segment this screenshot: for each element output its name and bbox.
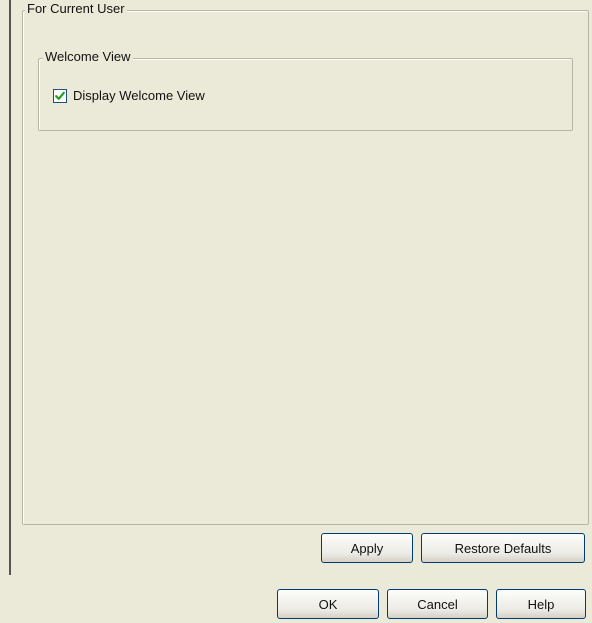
for-current-user-title: For Current User: [25, 1, 127, 17]
help-button[interactable]: Help: [496, 589, 586, 619]
preferences-panel: For Current User Welcome View Display We…: [0, 0, 592, 575]
welcome-view-title: Welcome View: [43, 49, 133, 65]
display-welcome-view-checkbox[interactable]: [53, 89, 67, 103]
panel-divider: [9, 0, 11, 575]
apply-button[interactable]: Apply: [321, 533, 413, 563]
check-mark-icon: [55, 91, 65, 100]
cancel-button[interactable]: Cancel: [387, 589, 488, 619]
ok-button[interactable]: OK: [277, 589, 379, 619]
restore-defaults-button[interactable]: Restore Defaults: [421, 533, 585, 563]
display-welcome-view-option[interactable]: Display Welcome View: [53, 87, 205, 105]
display-welcome-view-label: Display Welcome View: [73, 88, 205, 103]
